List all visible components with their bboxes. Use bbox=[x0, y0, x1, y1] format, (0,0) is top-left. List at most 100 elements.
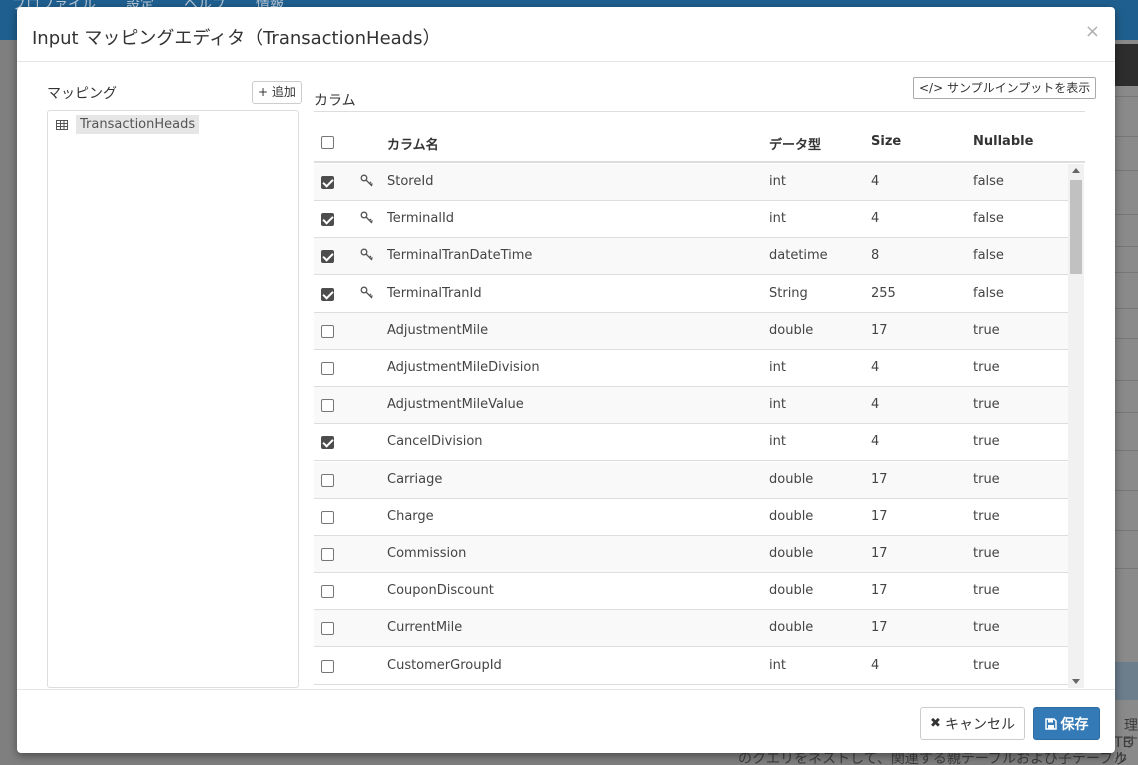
table-row[interactable]: Charge double 17 true bbox=[314, 499, 1068, 536]
table-icon bbox=[56, 119, 68, 130]
size-cell: 4 bbox=[871, 434, 880, 449]
header-nullable: Nullable bbox=[973, 134, 1034, 149]
nullable-cell: true bbox=[973, 583, 1000, 598]
row-checkbox[interactable] bbox=[321, 362, 334, 375]
show-sample-input-button[interactable]: </> サンプルインプットを表示 bbox=[913, 77, 1097, 99]
column-name-cell: AdjustmentMile bbox=[387, 323, 489, 338]
table-scrollbar[interactable] bbox=[1068, 164, 1084, 688]
floppy-disk-icon bbox=[1044, 717, 1057, 730]
row-checkbox[interactable] bbox=[321, 511, 334, 524]
cancel-button[interactable]: ✖ キャンセル bbox=[920, 707, 1025, 740]
table-row[interactable]: AdjustmentMile double 17 true bbox=[314, 313, 1068, 350]
close-x-icon: ✖ bbox=[930, 716, 941, 731]
row-checkbox[interactable] bbox=[321, 288, 334, 301]
nullable-cell: true bbox=[973, 546, 1000, 561]
column-name-cell: CouponDiscount bbox=[387, 583, 494, 598]
data-type-cell: double bbox=[769, 620, 814, 635]
table-row[interactable]: Commission double 17 true bbox=[314, 536, 1068, 573]
row-checkbox[interactable] bbox=[321, 622, 334, 635]
row-checkbox[interactable] bbox=[321, 548, 334, 561]
size-cell: 17 bbox=[871, 620, 888, 635]
cancel-button-label: キャンセル bbox=[944, 716, 1015, 733]
mapping-list: TransactionHeads bbox=[47, 110, 299, 688]
column-name-cell: TerminalTranId bbox=[387, 286, 482, 301]
add-mapping-button[interactable]: + 追加 bbox=[252, 81, 302, 104]
row-checkbox[interactable] bbox=[321, 213, 334, 226]
background-info-block bbox=[1114, 662, 1138, 700]
size-cell: 4 bbox=[871, 658, 880, 673]
column-name-cell: AdjustmentMileValue bbox=[387, 397, 524, 412]
select-all-checkbox[interactable] bbox=[321, 136, 334, 149]
row-checkbox[interactable] bbox=[321, 436, 334, 449]
table-row[interactable]: TerminalId int 4 false bbox=[314, 201, 1068, 238]
column-name-cell: Carriage bbox=[387, 472, 443, 487]
key-icon bbox=[360, 286, 373, 299]
background-page-edge bbox=[1114, 40, 1138, 765]
table-row[interactable]: AdjustmentMileDivision int 4 true bbox=[314, 350, 1068, 387]
size-cell: 17 bbox=[871, 472, 888, 487]
save-button[interactable]: 保存 bbox=[1033, 707, 1100, 740]
data-type-cell: double bbox=[769, 472, 814, 487]
row-checkbox[interactable] bbox=[321, 474, 334, 487]
nullable-cell: false bbox=[973, 248, 1004, 263]
nullable-cell: true bbox=[973, 620, 1000, 635]
size-cell: 8 bbox=[871, 248, 880, 263]
key-icon bbox=[360, 174, 373, 187]
mapping-editor-modal: Input マッピングエディタ（TransactionHeads） × マッピン… bbox=[17, 7, 1115, 753]
column-name-cell: TerminalTranDateTime bbox=[387, 248, 533, 263]
background-text-line: のクエリをネストして、関連する親テーブルおよび子テーブルへの子 bbox=[738, 751, 1128, 765]
size-cell: 255 bbox=[871, 286, 896, 301]
row-checkbox[interactable] bbox=[321, 660, 334, 673]
columns-table-body: StoreId int 4 false TerminalId int 4 false Termi… bbox=[314, 164, 1068, 688]
header-data-type: データ型 bbox=[769, 138, 822, 153]
table-row[interactable]: CustomerGroupId int 4 true bbox=[314, 648, 1068, 685]
table-row[interactable]: CouponDiscount double 17 true bbox=[314, 573, 1068, 610]
scroll-down-arrow-icon[interactable] bbox=[1072, 679, 1080, 684]
columns-divider bbox=[314, 111, 1085, 112]
table-row[interactable]: CurrentMile double 17 true bbox=[314, 610, 1068, 647]
data-type-cell: double bbox=[769, 323, 814, 338]
row-checkbox[interactable] bbox=[321, 176, 334, 189]
nullable-cell: true bbox=[973, 323, 1000, 338]
data-type-cell: int bbox=[769, 658, 786, 673]
table-row[interactable]: StoreId int 4 false bbox=[314, 164, 1068, 201]
nullable-cell: true bbox=[973, 509, 1000, 524]
data-type-cell: datetime bbox=[769, 248, 828, 263]
header-size: Size bbox=[871, 134, 902, 149]
row-checkbox[interactable] bbox=[321, 250, 334, 263]
key-icon bbox=[360, 248, 373, 261]
column-name-cell: StoreId bbox=[387, 174, 434, 189]
key-icon bbox=[360, 211, 373, 224]
row-checkbox[interactable] bbox=[321, 399, 334, 412]
data-type-cell: double bbox=[769, 509, 814, 524]
size-cell: 4 bbox=[871, 397, 880, 412]
table-row[interactable]: Carriage double 17 true bbox=[314, 462, 1068, 499]
column-name-cell: Commission bbox=[387, 546, 467, 561]
scroll-thumb[interactable] bbox=[1070, 180, 1082, 274]
table-row[interactable]: TerminalTranId String 255 false bbox=[314, 276, 1068, 313]
size-cell: 4 bbox=[871, 360, 880, 375]
row-checkbox[interactable] bbox=[321, 585, 334, 598]
column-name-cell: AdjustmentMileDivision bbox=[387, 360, 540, 375]
column-name-cell: CurrentMile bbox=[387, 620, 463, 635]
close-icon[interactable]: × bbox=[1085, 21, 1100, 42]
data-type-cell: double bbox=[769, 583, 814, 598]
size-cell: 4 bbox=[871, 211, 880, 226]
modal-title: Input マッピングエディタ（TransactionHeads） bbox=[32, 28, 441, 49]
nullable-cell: true bbox=[973, 397, 1000, 412]
save-button-label: 保存 bbox=[1060, 716, 1089, 733]
columns-table-header: カラム名 データ型 Size Nullable bbox=[314, 124, 1085, 163]
scroll-up-arrow-icon[interactable] bbox=[1072, 168, 1080, 173]
columns-label: カラム bbox=[314, 93, 356, 109]
mapping-label: マッピング bbox=[47, 86, 117, 102]
nullable-cell: false bbox=[973, 211, 1004, 226]
table-row[interactable]: TerminalTranDateTime datetime 8 false bbox=[314, 238, 1068, 275]
table-row[interactable]: CancelDivision int 4 true bbox=[314, 424, 1068, 461]
nullable-cell: false bbox=[973, 286, 1004, 301]
table-row[interactable]: AdjustmentMileValue int 4 true bbox=[314, 387, 1068, 424]
column-name-cell: Charge bbox=[387, 509, 434, 524]
mapping-item-transactionheads[interactable]: TransactionHeads bbox=[56, 114, 203, 135]
data-type-cell: int bbox=[769, 434, 786, 449]
row-checkbox[interactable] bbox=[321, 325, 334, 338]
nullable-cell: true bbox=[973, 360, 1000, 375]
